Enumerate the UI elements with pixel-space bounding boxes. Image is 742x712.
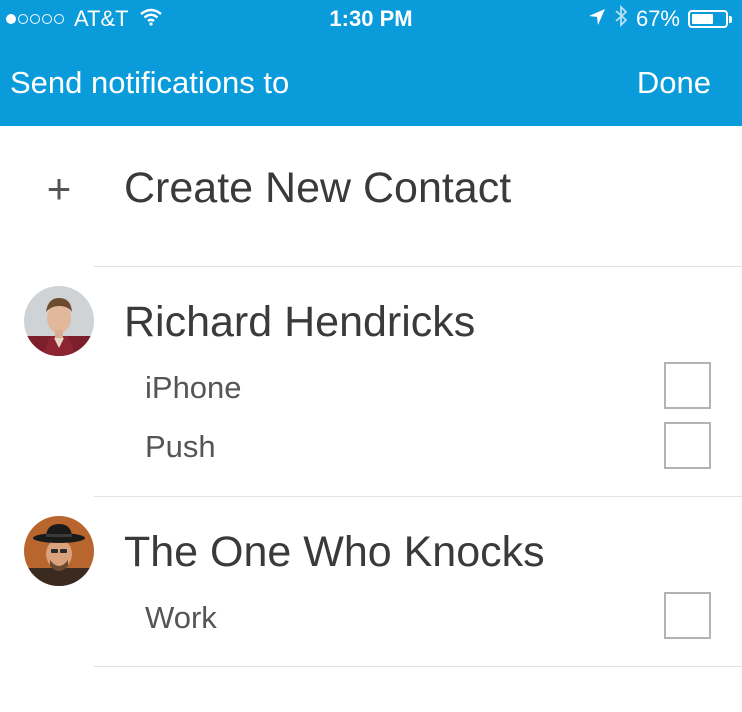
app-header: AT&T 1:30 PM 67% Send notifications to D… [0, 0, 742, 126]
nav-title: Send notifications to [10, 65, 290, 100]
location-arrow-icon [588, 6, 606, 32]
push-checkbox[interactable] [664, 422, 711, 469]
divider [94, 666, 742, 667]
divider [94, 266, 742, 267]
work-checkbox[interactable] [664, 592, 711, 639]
channel-label: Push [145, 429, 216, 464]
status-bar: AT&T 1:30 PM 67% [0, 0, 742, 38]
contact-name: Richard Hendricks [124, 298, 476, 346]
done-button[interactable]: Done [637, 64, 711, 102]
plus-icon: + [46, 165, 72, 212]
battery-icon [688, 10, 732, 28]
battery-percent: 67% [635, 6, 680, 31]
bluetooth-icon [614, 4, 628, 33]
contact-name: The One Who Knocks [124, 528, 545, 576]
create-new-contact-row[interactable]: + Create New Contact [0, 126, 742, 266]
channel-label: iPhone [145, 370, 242, 405]
avatar [24, 516, 94, 586]
create-new-contact-label: Create New Contact [124, 164, 512, 212]
channel-label: Work [145, 600, 217, 635]
iphone-checkbox[interactable] [664, 362, 711, 409]
avatar [24, 286, 94, 356]
status-bar-right: 67% [580, 4, 732, 33]
divider [94, 496, 742, 497]
